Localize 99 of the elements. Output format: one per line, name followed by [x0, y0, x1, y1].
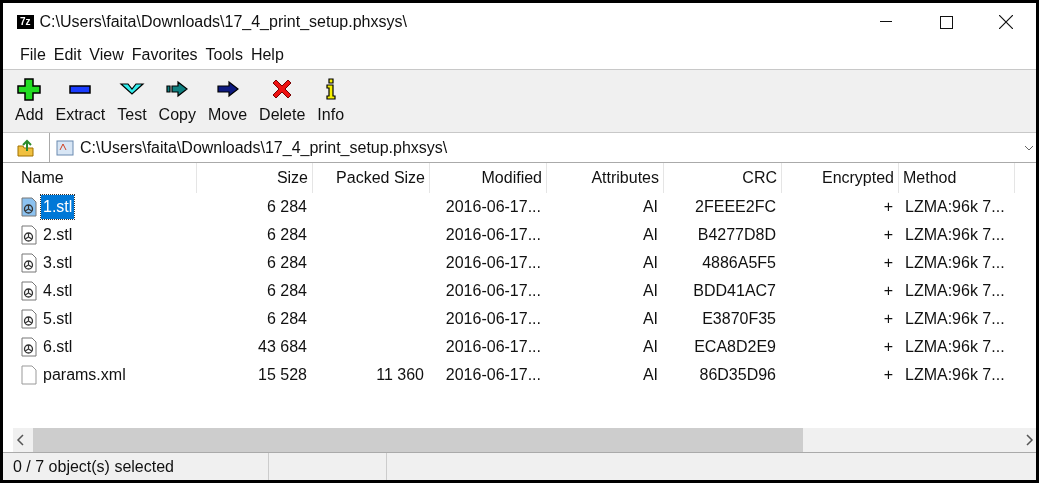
close-icon — [999, 15, 1013, 29]
status-text: 0 / 7 object(s) selected — [13, 456, 174, 477]
table-cell: AI — [642, 338, 658, 355]
scroll-right-icon[interactable] — [1024, 434, 1036, 446]
table-cell: 6 284 — [266, 254, 307, 271]
menu-item[interactable]: Favorites — [128, 43, 201, 67]
plus-icon — [16, 77, 43, 101]
table-cell: LZMA:96k 7... — [905, 338, 1005, 355]
table-cell: + — [883, 366, 893, 383]
toolbar-button[interactable]: Delete — [253, 77, 312, 127]
table-cell: B4277D8D — [697, 226, 776, 243]
toolbar-button[interactable]: Test — [111, 77, 153, 127]
file-name: 1.stl — [41, 195, 75, 219]
toolbar-button[interactable]: Extract — [49, 77, 112, 127]
app-logo: 7z — [17, 15, 34, 29]
menu-item[interactable]: View — [86, 43, 127, 67]
cube-file-icon — [21, 253, 37, 273]
table-cell: 6 284 — [266, 310, 307, 327]
dropdown-caret-icon[interactable] — [1024, 144, 1034, 151]
table-cell: 11 360 — [376, 366, 424, 383]
table-cell: AI — [642, 198, 658, 215]
table-row[interactable]: 1.stl 6 284 2016-06-17... AI 2FEEE2FC + LZMA:96k 7... — [3, 193, 1036, 221]
column-header[interactable]: Name — [17, 163, 197, 193]
table-cell: AI — [642, 282, 658, 299]
table-cell: LZMA:96k 7... — [905, 254, 1005, 271]
file-name: 4.stl — [42, 281, 74, 301]
file-name: 3.stl — [42, 253, 74, 273]
column-header[interactable]: Size — [197, 163, 313, 193]
table-cell: 2FEEE2FC — [695, 198, 776, 215]
table-cell: 2016-06-17... — [445, 254, 541, 271]
table-cell: 2016-06-17... — [445, 366, 541, 383]
table-cell: 43 684 — [258, 338, 307, 355]
column-header[interactable]: Modified — [430, 163, 547, 193]
toolbar-button[interactable]: Add — [9, 77, 50, 127]
cube-file-icon — [21, 309, 37, 329]
column-header[interactable]: Attributes — [547, 163, 664, 193]
file-name: 2.stl — [42, 225, 74, 245]
cube-file-icon — [21, 337, 37, 357]
table-cell: 2016-06-17... — [445, 226, 541, 243]
table-row[interactable]: 3.stl 6 284 2016-06-17... AI 4886A5F5 + LZMA:96k 7... — [3, 249, 1036, 277]
menu-item[interactable]: Help — [247, 43, 287, 67]
file-name: params.xml — [42, 365, 127, 385]
table-cell: 4886A5F5 — [702, 254, 776, 271]
table-row[interactable]: 6.stl 43 684 2016-06-17... AI ECA8D2E9 + LZMA:96k 7... — [3, 333, 1036, 361]
toolbar-button[interactable]: Info — [311, 77, 351, 127]
maximize-icon — [939, 15, 953, 29]
table-cell: + — [883, 198, 893, 215]
toolbar-button[interactable]: Move — [201, 77, 254, 127]
toolbar-button[interactable]: Copy — [152, 77, 202, 127]
table-cell: 6 284 — [266, 198, 307, 215]
table-cell: + — [883, 226, 893, 243]
table-cell: 2016-06-17... — [445, 282, 541, 299]
table-cell: ECA8D2E9 — [694, 338, 776, 355]
table-cell: + — [883, 310, 893, 327]
table-cell: LZMA:96k 7... — [905, 366, 1005, 383]
minimize-icon — [880, 21, 892, 23]
menu-item[interactable]: Edit — [50, 43, 85, 67]
address-field[interactable]: C:\Users\faita\Downloads\17_4_print_setup.phxsys\ — [49, 133, 1036, 162]
table-cell: LZMA:96k 7... — [905, 310, 1005, 327]
column-header[interactable]: Method — [899, 163, 1015, 193]
scroll-thumb[interactable] — [33, 428, 803, 452]
folder-up-icon — [17, 138, 35, 157]
table-cell: + — [883, 254, 893, 271]
horizontal-scrollbar[interactable] — [13, 428, 1036, 452]
table-cell: BDD41AC7 — [693, 282, 776, 299]
cube-file-icon — [21, 197, 37, 217]
column-header[interactable]: Encrypted — [782, 163, 899, 193]
menu-item[interactable]: File — [17, 43, 49, 67]
table-cell: + — [883, 282, 893, 299]
table-cell: LZMA:96k 7... — [905, 198, 1005, 215]
table-cell: E3870F35 — [702, 310, 776, 327]
table-cell: AI — [642, 226, 658, 243]
table-cell: AI — [642, 254, 658, 271]
table-cell: 15 528 — [258, 366, 307, 383]
archive-icon — [56, 138, 74, 157]
table-cell: 2016-06-17... — [445, 338, 541, 355]
file-name: 5.stl — [42, 309, 74, 329]
table-cell: AI — [642, 310, 658, 327]
window-title: C:\Users\faita\Downloads\17_4_print_setup.phxsys\ — [39, 12, 407, 32]
table-cell: LZMA:96k 7... — [905, 282, 1005, 299]
menu-item[interactable]: Tools — [202, 43, 246, 67]
table-cell: 2016-06-17... — [445, 198, 541, 215]
table-cell: 6 284 — [266, 226, 307, 243]
cube-file-icon — [21, 225, 37, 245]
table-cell: 6 284 — [266, 282, 307, 299]
table-row[interactable]: params.xml 15 528 11 360 2016-06-17... AI 86D35D96 + LZMA:96k 7... — [3, 361, 1036, 389]
file-name: 6.stl — [42, 337, 74, 357]
table-cell: LZMA:96k 7... — [905, 226, 1005, 243]
file-icon — [21, 365, 37, 385]
table-row[interactable]: 2.stl 6 284 2016-06-17... AI B4277D8D + LZMA:96k 7... — [3, 221, 1036, 249]
table-cell: + — [883, 338, 893, 355]
column-header[interactable]: Packed Size — [313, 163, 430, 193]
column-header[interactable]: CRC — [664, 163, 782, 193]
table-row[interactable]: 4.stl 6 284 2016-06-17... AI BDD41AC7 + LZMA:96k 7... — [3, 277, 1036, 305]
table-cell: AI — [642, 366, 658, 383]
table-cell: 2016-06-17... — [445, 310, 541, 327]
cube-file-icon — [21, 281, 37, 301]
table-cell: 86D35D96 — [699, 366, 776, 383]
table-row[interactable]: 5.stl 6 284 2016-06-17... AI E3870F35 + LZMA:96k 7... — [3, 305, 1036, 333]
